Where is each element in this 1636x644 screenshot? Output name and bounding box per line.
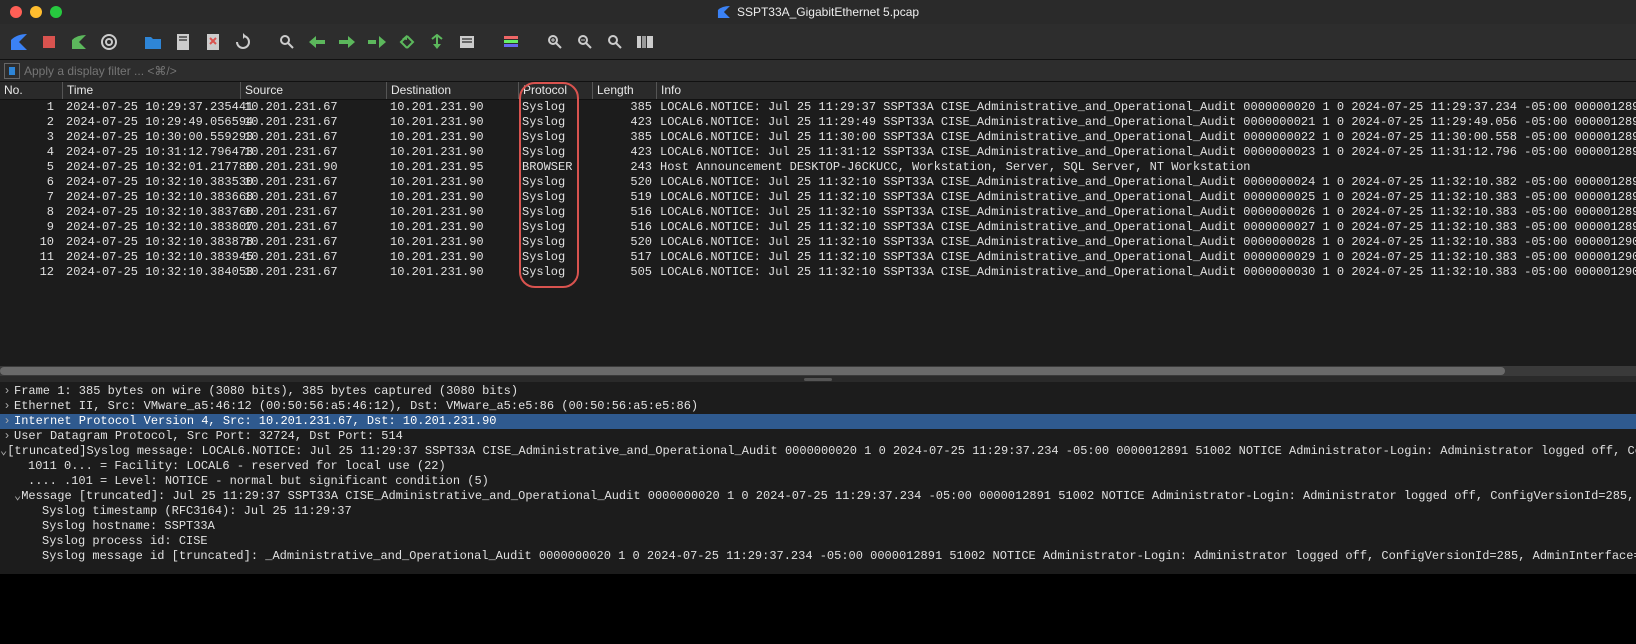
zoom-out-button[interactable] [572,29,598,55]
window-zoom-icon[interactable] [50,6,62,18]
go-to-first-button[interactable] [394,29,420,55]
display-filter-input[interactable] [22,64,1636,78]
tree-row-messageid: Syslog message id [truncated]: _Administ… [0,549,1636,564]
filter-bar [0,60,1636,82]
resize-columns-button[interactable] [632,29,658,55]
open-file-button[interactable] [140,29,166,55]
collapse-icon[interactable]: ⌄ [14,489,21,504]
tree-row-ethernet: ›Ethernet II, Src: VMware_a5:46:12 (00:5… [0,399,1636,414]
tree-row-syslog: ⌄[truncated]Syslog message: LOCAL6.NOTIC… [0,444,1636,459]
auto-scroll-button[interactable] [454,29,480,55]
tree-row-frame: ›Frame 1: 385 bytes on wire (3080 bits),… [0,384,1636,399]
horizontal-scrollbar[interactable] [0,366,1636,376]
toolbar [0,24,1636,60]
capture-options-button[interactable] [96,29,122,55]
bytes-pane-placeholder [0,574,1636,644]
collapse-icon[interactable]: ⌄ [0,444,7,459]
tree-row-udp: ›User Datagram Protocol, Src Port: 32724… [0,429,1636,444]
zoom-in-button[interactable] [542,29,568,55]
column-header-info[interactable]: Info [656,82,1636,99]
packet-row[interactable]: 12024-07-25 10:29:37.23544110.201.231.67… [0,100,1636,115]
titlebar: SSPT33A_GigabitEthernet 5.pcap [0,0,1636,24]
wireshark-fin-icon [717,5,731,19]
expand-icon[interactable]: › [0,429,14,444]
packet-row[interactable]: 22024-07-25 10:29:49.05659410.201.231.67… [0,115,1636,130]
tree-row-level: .... .101 = Level: NOTICE - normal but s… [0,474,1636,489]
go-to-packet-button[interactable] [364,29,390,55]
column-header-no[interactable]: No. [0,82,62,99]
packet-row[interactable]: 122024-07-25 10:32:10.38405310.201.231.6… [0,265,1636,280]
packet-row[interactable]: 42024-07-25 10:31:12.79647310.201.231.67… [0,145,1636,160]
bookmark-filter-icon[interactable] [4,63,20,79]
reload-file-button[interactable] [230,29,256,55]
restart-capture-button[interactable] [66,29,92,55]
packet-row[interactable]: 112024-07-25 10:32:10.38394510.201.231.6… [0,250,1636,265]
close-file-button[interactable] [200,29,226,55]
packet-row[interactable]: 102024-07-25 10:32:10.38387810.201.231.6… [0,235,1636,250]
column-header-protocol[interactable]: Protocol [518,82,592,99]
expand-icon[interactable]: › [0,414,14,429]
column-header-destination[interactable]: Destination [386,82,518,99]
packet-list-pane: 12024-07-25 10:29:37.23544110.201.231.67… [0,100,1636,376]
packet-details-pane[interactable]: ›Frame 1: 385 bytes on wire (3080 bits),… [0,382,1636,570]
column-header-length[interactable]: Length [592,82,656,99]
go-to-last-button[interactable] [424,29,450,55]
zoom-reset-button[interactable] [602,29,628,55]
tree-row-processid: Syslog process id: CISE [0,534,1636,549]
packet-row[interactable]: 82024-07-25 10:32:10.38376010.201.231.67… [0,205,1636,220]
column-header-source[interactable]: Source [240,82,386,99]
tree-row-timestamp: Syslog timestamp (RFC3164): Jul 25 11:29… [0,504,1636,519]
packet-row[interactable]: 52024-07-25 10:32:01.21778010.201.231.90… [0,160,1636,175]
go-back-button[interactable] [304,29,330,55]
tree-row-ip: ›Internet Protocol Version 4, Src: 10.20… [0,414,1636,429]
find-packet-button[interactable] [274,29,300,55]
save-file-button[interactable] [170,29,196,55]
packet-list-header: No. Time Source Destination Protocol Len… [0,82,1636,100]
go-forward-button[interactable] [334,29,360,55]
packet-row[interactable]: 62024-07-25 10:32:10.38353010.201.231.67… [0,175,1636,190]
window-minimize-icon[interactable] [30,6,42,18]
packet-row[interactable]: 92024-07-25 10:32:10.38380710.201.231.67… [0,220,1636,235]
stop-capture-button[interactable] [36,29,62,55]
column-header-time[interactable]: Time [62,82,240,99]
packet-list[interactable]: 12024-07-25 10:29:37.23544110.201.231.67… [0,100,1636,280]
packet-row[interactable]: 72024-07-25 10:32:10.38366810.201.231.67… [0,190,1636,205]
expand-icon[interactable]: › [0,384,14,399]
tree-row-message: ⌄Message [truncated]: Jul 25 11:29:37 SS… [0,489,1636,504]
packet-row[interactable]: 32024-07-25 10:30:00.55929310.201.231.67… [0,130,1636,145]
start-capture-button[interactable] [6,29,32,55]
expand-icon[interactable]: › [0,399,14,414]
tree-row-hostname: Syslog hostname: SSPT33A [0,519,1636,534]
colorize-button[interactable] [498,29,524,55]
tree-row-facility: 1011 0... = Facility: LOCAL6 - reserved … [0,459,1636,474]
window-title: SSPT33A_GigabitEthernet 5.pcap [737,5,919,19]
window-close-icon[interactable] [10,6,22,18]
